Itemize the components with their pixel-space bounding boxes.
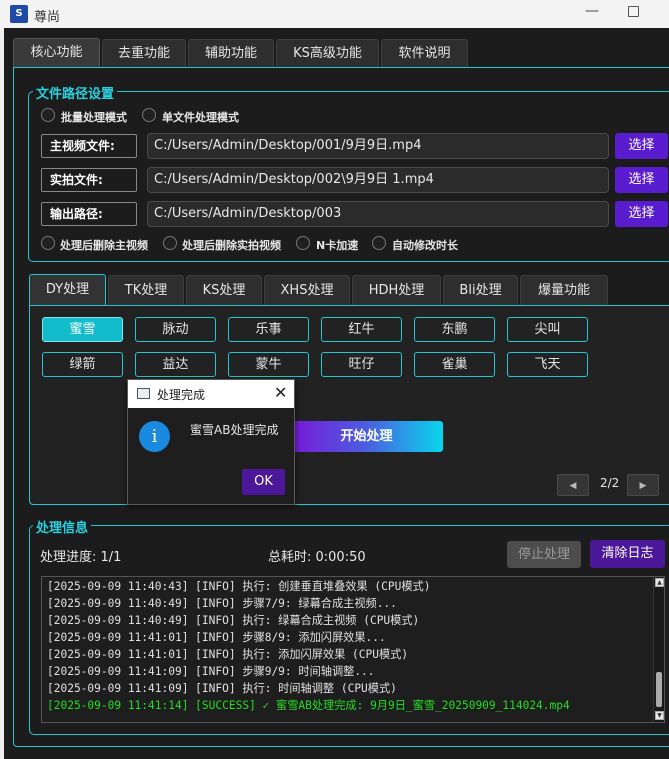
subtab-tk[interactable]: TK处理 [108,275,184,305]
checkbox-gpu-accel-label: N卡加速 [316,239,359,252]
feature-button-leshi[interactable]: 乐事 [228,317,309,342]
radio-single-mode[interactable] [142,108,156,122]
feature-button-mengniu[interactable]: 蒙牛 [228,352,309,377]
log-line-success: [2025-09-09 11:41:14] [SUCCESS] ✓ 蜜雪AB处理… [47,699,570,712]
elapsed-time-text: 总耗时: 0:00:50 [268,550,366,565]
tab-ks-advanced[interactable]: KS高级功能 [276,39,379,68]
checkbox-gpu-accel[interactable] [296,236,310,250]
choose-output-path-button[interactable]: 选择 [615,201,668,227]
choose-main-video-button[interactable]: 选择 [615,133,668,159]
output-path-label: 输出路径: [41,202,137,226]
feature-button-quechao[interactable]: 雀巢 [414,352,495,377]
file-path-group-title: 文件路径设置 [33,83,118,102]
radio-batch-label: 批量处理模式 [61,111,127,124]
log-scrollbar[interactable]: ▲ ▼ [653,577,664,722]
dialog-message: 蜜雪AB处理完成 [190,423,279,437]
maximize-icon[interactable] [628,6,639,17]
log-line: [2025-09-09 11:40:49] [INFO] 步骤7/9: 绿幕合成… [47,597,397,610]
output-path-input[interactable]: C:/Users/Admin/Desktop/003 [147,201,609,227]
title-bar: S 尊尚 — [0,0,669,28]
feature-button-dongpeng[interactable]: 东鹏 [414,317,495,342]
log-line: [2025-09-09 11:41:09] [INFO] 执行: 时间轴调整 (… [47,682,397,695]
checkbox-delete-shot-label: 处理后删除实拍视频 [182,239,281,252]
subtab-xhs[interactable]: XHS处理 [264,275,350,305]
scroll-down-icon[interactable]: ▼ [655,711,664,720]
subtab-bli[interactable]: Bli处理 [443,275,518,305]
app-logo-icon: S [10,5,28,23]
stop-processing-button[interactable]: 停止处理 [507,541,581,568]
feature-button-lvjian[interactable]: 绿箭 [42,352,123,377]
checkbox-delete-shot[interactable] [163,236,177,250]
completion-dialog: 处理完成 ✕ i 蜜雪AB处理完成 OK [127,379,295,505]
window-icon [137,388,150,399]
tab-dedup[interactable]: 去重功能 [102,39,186,68]
checkbox-auto-duration[interactable] [372,236,386,250]
window-title: 尊尚 [34,10,61,25]
log-line: [2025-09-09 11:41:01] [INFO] 步骤8/9: 添加闪屏… [47,631,386,644]
clear-log-button[interactable]: 清除日志 [590,540,665,568]
feature-button-mixue[interactable]: 蜜雪 [42,317,123,342]
feature-button-jianjiao[interactable]: 尖叫 [507,317,588,342]
subtab-ks[interactable]: KS处理 [186,275,262,305]
feature-button-yida[interactable]: 益达 [135,352,216,377]
dialog-title: 处理完成 [157,388,206,402]
info-icon: i [139,421,170,452]
log-line: [2025-09-09 11:40:43] [INFO] 执行: 创建垂直堆叠效… [47,580,431,593]
shot-file-input[interactable]: C:/Users/Admin/Desktop/002\9月9日 1.mp4 [147,167,609,193]
processing-info-title: 处理信息 [33,517,92,536]
scroll-up-icon[interactable]: ▲ [655,578,664,587]
main-video-input[interactable]: C:/Users/Admin/Desktop/001/9月9日.mp4 [147,133,609,159]
feature-button-hongniu[interactable]: 红牛 [321,317,402,342]
dialog-ok-button[interactable]: OK [242,469,285,495]
log-line: [2025-09-09 11:41:01] [INFO] 执行: 添加闪屏效果 … [47,648,409,661]
next-page-button[interactable]: ▶ [627,474,659,496]
feature-button-feitian[interactable]: 飞天 [507,352,588,377]
page-indicator: 2/2 [600,476,620,490]
log-line: [2025-09-09 11:41:09] [INFO] 步骤9/9: 时间轴调… [47,665,375,678]
main-video-label: 主视频文件: [41,134,137,158]
checkbox-delete-main-label: 处理后删除主视频 [60,239,148,252]
minimize-icon[interactable]: — [584,4,600,20]
subtab-dy[interactable]: DY处理 [29,274,106,306]
subtab-boost[interactable]: 爆量功能 [520,275,608,305]
shot-file-label: 实拍文件: [41,168,137,192]
start-processing-button[interactable]: 开始处理 [290,421,443,452]
close-icon[interactable]: ✕ [274,383,287,402]
feature-button-wangzai[interactable]: 旺仔 [321,352,402,377]
feature-button-maidong[interactable]: 脉动 [135,317,216,342]
log-line: [2025-09-09 11:40:49] [INFO] 执行: 绿幕合成主视频… [47,614,420,627]
radio-batch-mode[interactable] [41,108,55,122]
subtab-hdh[interactable]: HDH处理 [352,275,441,305]
dialog-title-bar: 处理完成 ✕ [128,380,294,408]
checkbox-auto-duration-label: 自动修改时长 [392,239,458,252]
tab-core[interactable]: 核心功能 [13,38,100,68]
scroll-thumb[interactable] [656,672,662,707]
prev-page-button[interactable]: ◀ [557,474,589,496]
radio-single-label: 单文件处理模式 [162,111,239,124]
progress-text: 处理进度: 1/1 [40,550,122,565]
tab-assist[interactable]: 辅助功能 [188,39,274,68]
tab-manual[interactable]: 软件说明 [381,39,468,68]
checkbox-delete-main[interactable] [41,236,55,250]
log-output[interactable]: [2025-09-09 11:40:43] [INFO] 执行: 创建垂直堆叠效… [41,576,665,723]
choose-shot-file-button[interactable]: 选择 [615,167,668,193]
